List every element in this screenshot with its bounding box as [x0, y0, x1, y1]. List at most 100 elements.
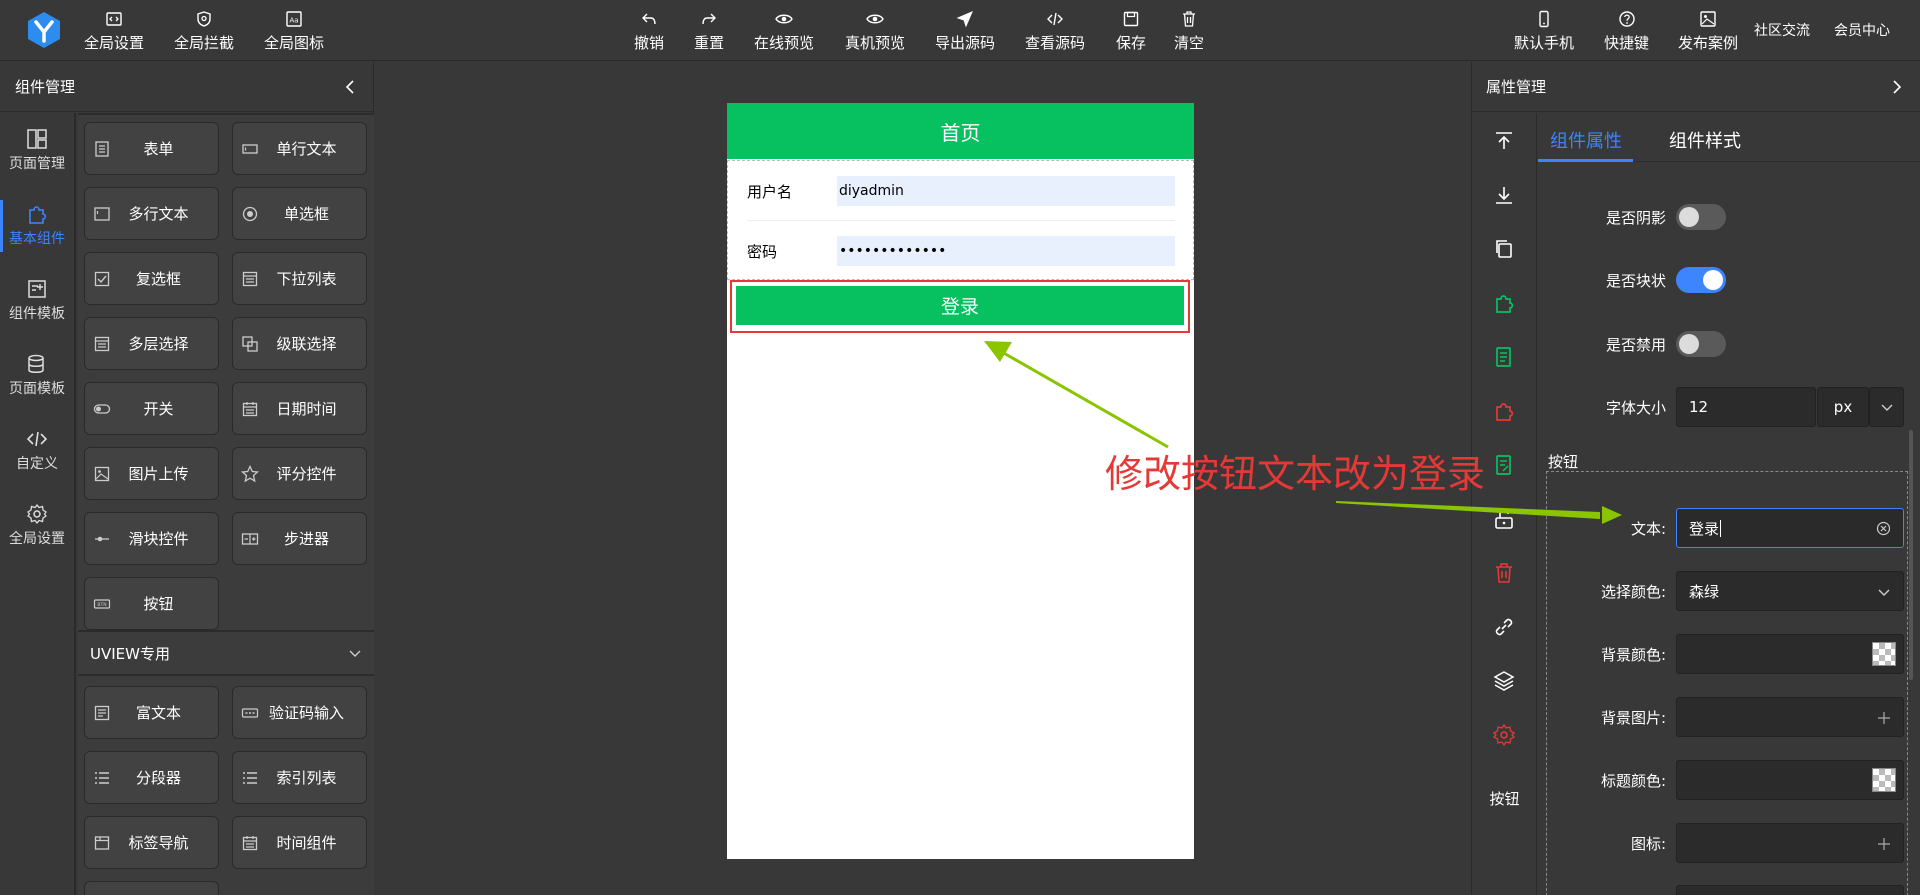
- clear-circle-icon[interactable]: [1876, 521, 1891, 536]
- default-phone-button[interactable]: 默认手机: [1514, 10, 1574, 53]
- device-preview-label: 真机预览: [845, 34, 906, 52]
- comp-verify-code-input[interactable]: 验证码输入: [232, 686, 367, 739]
- default-phone-label: 默认手机: [1514, 34, 1575, 52]
- chevron-right-icon[interactable]: [1890, 79, 1904, 95]
- comp-multi-line-text[interactable]: 多行文本: [84, 187, 219, 240]
- unlock-icon[interactable]: [1492, 507, 1516, 531]
- comp-button[interactable]: BTN 按钮: [84, 577, 219, 630]
- username-label: 用户名: [747, 182, 793, 201]
- disabled-row: 是否禁用: [1538, 324, 1920, 364]
- nav-page-management[interactable]: 页面管理: [0, 113, 74, 188]
- comp-rich-text[interactable]: 富文本: [84, 686, 219, 739]
- nav-custom[interactable]: 自定义: [0, 413, 74, 488]
- shortcuts-button[interactable]: 快捷键: [1604, 10, 1649, 53]
- online-preview-button[interactable]: 在线预览: [754, 10, 814, 53]
- global-icons-button[interactable]: Aa 全局图标: [264, 10, 324, 53]
- device-preview-button[interactable]: 真机预览: [845, 10, 905, 53]
- font-size-input[interactable]: 12: [1676, 387, 1816, 427]
- property-panel-header: 属性管理: [1472, 62, 1920, 112]
- comp-time[interactable]: 时间组件: [232, 816, 367, 869]
- block-row: 是否块状: [1538, 260, 1920, 300]
- link-icon[interactable]: [1492, 615, 1516, 639]
- login-button[interactable]: 登录: [736, 286, 1184, 325]
- property-scrollbar[interactable]: [1909, 430, 1913, 680]
- button-text-input[interactable]: 登录: [1676, 508, 1904, 548]
- redo-icon: [702, 13, 716, 25]
- tab-component-style[interactable]: 组件样式: [1669, 127, 1741, 153]
- move-to-bottom-icon[interactable]: [1492, 183, 1516, 207]
- copy-icon[interactable]: [1492, 237, 1516, 261]
- community-link[interactable]: 社区交流: [1754, 20, 1810, 40]
- block-toggle[interactable]: [1676, 267, 1726, 293]
- template-icon: [28, 280, 46, 298]
- puzzle-red-icon[interactable]: [1492, 399, 1516, 423]
- calendar-icon: [242, 402, 258, 417]
- comp-more[interactable]: [84, 881, 219, 895]
- color-swatch-icon[interactable]: [1872, 768, 1896, 792]
- nav-basic-components[interactable]: 基本组件: [0, 188, 74, 263]
- text-label: 文本:: [1630, 519, 1666, 538]
- undo-button[interactable]: 撤销: [634, 10, 664, 53]
- comp-cascade-select[interactable]: 级联选择: [232, 317, 367, 370]
- button-text-value: 登录: [1689, 519, 1720, 538]
- comp-dropdown[interactable]: 下拉列表: [232, 252, 367, 305]
- publish-case-button[interactable]: 发布案例: [1678, 10, 1738, 53]
- delete-icon[interactable]: [1492, 561, 1516, 585]
- comp-multi-level-select[interactable]: 多层选择: [84, 317, 219, 370]
- plus-icon[interactable]: [1877, 837, 1891, 851]
- comp-radio[interactable]: 单选框: [232, 187, 367, 240]
- disabled-toggle[interactable]: [1676, 331, 1726, 357]
- global-intercept-button[interactable]: 全局拦截: [174, 10, 234, 53]
- comp-index-list[interactable]: 索引列表: [232, 751, 367, 804]
- tabs-icon: [94, 836, 110, 850]
- comp-single-line-text[interactable]: 单行文本: [232, 122, 367, 175]
- plus-icon[interactable]: [1877, 711, 1891, 725]
- shadow-toggle[interactable]: [1676, 204, 1726, 230]
- comp-tab-nav[interactable]: 标签导航: [84, 816, 219, 869]
- layers-icon[interactable]: [1492, 669, 1516, 693]
- chevron-left-icon[interactable]: [343, 79, 357, 95]
- redo-button[interactable]: 重置: [694, 10, 724, 53]
- password-input[interactable]: •••••••••••••: [837, 236, 1175, 266]
- next-field-partial[interactable]: [1676, 885, 1904, 895]
- document-green-icon[interactable]: [1492, 345, 1516, 369]
- comp-slider[interactable]: 滑块控件: [84, 512, 219, 565]
- bg-image-picker[interactable]: [1676, 697, 1904, 737]
- comp-stepper[interactable]: 步进器: [232, 512, 367, 565]
- gear-red-icon[interactable]: [1492, 723, 1516, 747]
- icon-picker[interactable]: [1676, 823, 1904, 863]
- tab-component-props[interactable]: 组件属性: [1550, 127, 1622, 153]
- color-select[interactable]: 森绿: [1676, 571, 1904, 611]
- member-center-link[interactable]: 会员中心: [1834, 20, 1890, 40]
- image-icon: [1700, 11, 1716, 27]
- document-edit-green-icon[interactable]: [1492, 453, 1516, 477]
- comp-image-upload[interactable]: 图片上传: [84, 447, 219, 500]
- nav-global-settings[interactable]: 全局设置: [0, 488, 74, 563]
- username-input[interactable]: diyadmin: [837, 176, 1175, 206]
- login-form[interactable]: 用户名 diyadmin 密码 •••••••••••••: [727, 160, 1194, 280]
- comp-rating[interactable]: 评分控件: [232, 447, 367, 500]
- font-size-unit[interactable]: px: [1817, 387, 1869, 427]
- global-settings-button[interactable]: 全局设置: [84, 10, 144, 53]
- comp-checkbox[interactable]: 复选框: [84, 252, 219, 305]
- export-source-button[interactable]: 导出源码: [935, 10, 995, 53]
- title-color-picker[interactable]: [1676, 760, 1904, 800]
- phone-icon: [1539, 10, 1549, 28]
- clear-button[interactable]: 清空: [1174, 10, 1204, 53]
- nav-component-templates[interactable]: 组件模板: [0, 263, 74, 338]
- online-preview-label: 在线预览: [754, 34, 815, 52]
- nav-page-templates[interactable]: 页面模板: [0, 338, 74, 413]
- comp-datetime[interactable]: 日期时间: [232, 382, 367, 435]
- save-button[interactable]: 保存: [1116, 10, 1146, 53]
- bg-color-picker[interactable]: [1676, 634, 1904, 674]
- comp-switch[interactable]: 开关: [84, 382, 219, 435]
- unit-dropdown[interactable]: [1869, 387, 1904, 427]
- color-swatch-icon[interactable]: [1872, 642, 1896, 666]
- view-source-button[interactable]: 查看源码: [1025, 10, 1085, 53]
- comp-form[interactable]: 表单: [84, 122, 219, 175]
- puzzle-green-icon[interactable]: [1492, 291, 1516, 315]
- uview-section-header[interactable]: UVIEW专用: [78, 630, 374, 676]
- comp-segmented[interactable]: 分段器: [84, 751, 219, 804]
- move-to-top-icon[interactable]: [1492, 129, 1516, 153]
- icon-library-icon: Aa: [286, 11, 302, 27]
